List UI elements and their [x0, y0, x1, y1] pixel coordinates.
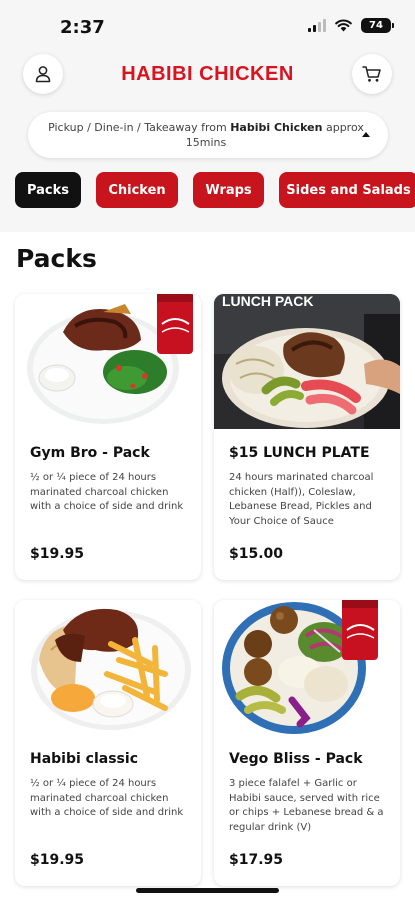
pickup-prefix: Pickup / Dine-in / Takeaway from — [48, 121, 231, 134]
product-price: $15.00 — [229, 546, 284, 562]
habibi-classic-food-image — [15, 600, 201, 735]
product-name: Gym Bro - Pack — [30, 445, 150, 461]
category-tabs: Packs Chicken Wraps Sides and Salads — [15, 172, 415, 208]
pickup-store-name: Habibi Chicken — [230, 121, 323, 134]
product-price: $19.95 — [30, 546, 85, 562]
vego-bliss-food-image — [214, 600, 400, 735]
product-card-vego-bliss[interactable]: Vego Bliss - Pack 3 piece falafel + Garl… — [214, 600, 400, 886]
home-indicator[interactable] — [136, 888, 279, 893]
cart-icon — [362, 66, 381, 82]
product-card-gym-bro[interactable]: Gym Bro - Pack ½ or ¼ piece of 24 hours … — [15, 294, 201, 580]
cart-button[interactable] — [352, 54, 392, 94]
pickup-text: Pickup / Dine-in / Takeaway from Habibi … — [46, 120, 366, 150]
product-price: $19.95 — [30, 852, 85, 868]
lunch-plate-food-image: LUNCH PACK — [214, 294, 400, 429]
tab-chicken[interactable]: Chicken — [96, 172, 178, 208]
product-name: Vego Bliss - Pack — [229, 751, 363, 767]
pickup-selector[interactable]: Pickup / Dine-in / Takeaway from Habibi … — [28, 112, 388, 158]
status-time: 2:37 — [60, 17, 105, 38]
product-card-lunch-plate[interactable]: LUNCH PACK $15 LUNCH PLATE 24 hours mari… — [214, 294, 400, 580]
product-description: ½ or ¼ piece of 24 hours marinated charc… — [30, 778, 184, 818]
product-description: 24 hours marinated charcoal chicken (Hal… — [229, 472, 374, 527]
lunch-pack-image-text: LUNCH PACK — [222, 294, 314, 309]
signal-icon — [308, 19, 326, 32]
section-title: Packs — [16, 244, 97, 273]
product-description: 3 piece falafel + Garlic or Habibi sauce… — [229, 778, 384, 833]
product-description: ½ or ¼ piece of 24 hours marinated charc… — [30, 472, 184, 512]
product-name: $15 LUNCH PLATE — [229, 445, 370, 461]
gym-bro-food-image — [15, 294, 201, 429]
product-price: $17.95 — [229, 852, 284, 868]
tab-wraps[interactable]: Wraps — [193, 172, 264, 208]
caret-up-icon — [362, 132, 370, 137]
battery-icon: 74 — [361, 18, 394, 33]
status-bar: 2:37 74 — [0, 0, 415, 50]
tab-sides-and-salads[interactable]: Sides and Salads — [279, 172, 415, 208]
wifi-icon — [335, 19, 352, 32]
product-name: Habibi classic — [30, 751, 138, 767]
status-icons: 74 — [308, 18, 394, 33]
product-card-habibi-classic[interactable]: Habibi classic ½ or ¼ piece of 24 hours … — [15, 600, 201, 886]
tab-packs[interactable]: Packs — [15, 172, 81, 208]
